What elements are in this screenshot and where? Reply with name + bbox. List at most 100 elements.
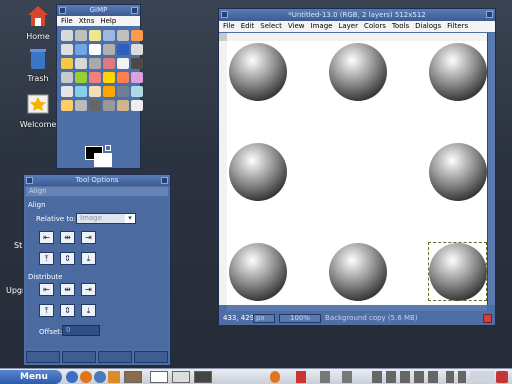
tray-icon[interactable] (342, 371, 352, 383)
offset-input[interactable]: 0 (62, 325, 100, 336)
tool-button[interactable] (75, 58, 87, 69)
tool-button[interactable] (117, 30, 129, 41)
tool-button[interactable] (75, 72, 87, 83)
menu-select[interactable]: Select (260, 21, 282, 32)
menu-dialogs[interactable]: Dialogs (415, 21, 441, 32)
restore-options-button[interactable] (62, 351, 96, 363)
menu-edit[interactable]: Edit (241, 21, 255, 32)
vertical-scrollbar[interactable] (487, 33, 495, 305)
media-player-icon[interactable] (108, 371, 120, 383)
menu-file[interactable]: File (61, 16, 73, 26)
tool-button[interactable] (131, 58, 143, 69)
tray-firefox-icon[interactable] (270, 371, 280, 383)
close-icon[interactable] (131, 7, 138, 14)
tool-options-titlebar[interactable]: Tool Options (24, 175, 170, 186)
launcher-icon[interactable] (66, 371, 78, 383)
menu-xtns[interactable]: Xtns (79, 16, 95, 26)
tool-button[interactable] (89, 72, 101, 83)
tool-button[interactable] (61, 30, 73, 41)
tray-icon[interactable] (320, 371, 330, 383)
tool-button[interactable] (75, 86, 87, 97)
tool-button[interactable] (131, 72, 143, 83)
tool-button[interactable] (61, 86, 73, 97)
tool-button[interactable] (103, 86, 115, 97)
distribute-middle-button[interactable]: ⇕ (60, 304, 75, 317)
tray-icon[interactable] (428, 371, 438, 383)
tool-button[interactable] (75, 30, 87, 41)
tray-icon[interactable] (458, 371, 466, 383)
gimp-task-icon[interactable] (124, 371, 142, 383)
tool-button[interactable] (103, 30, 115, 41)
zoom-select[interactable]: 100% (279, 314, 321, 323)
tool-button[interactable] (131, 30, 143, 41)
tool-button[interactable] (89, 100, 101, 111)
vertical-ruler[interactable] (219, 41, 227, 305)
tool-button[interactable] (61, 44, 73, 55)
toolbox-titlebar[interactable]: GIMP (57, 5, 140, 16)
tool-button[interactable] (117, 86, 129, 97)
clock-area[interactable] (470, 371, 494, 383)
align-center-button[interactable]: ⇹ (60, 231, 75, 244)
tool-button[interactable] (89, 30, 101, 41)
align-bottom-button[interactable]: ⤓ (81, 252, 96, 265)
swap-colors-icon[interactable] (105, 145, 111, 151)
tray-icon[interactable] (296, 371, 306, 383)
tool-button[interactable] (103, 100, 115, 111)
volume-icon[interactable] (386, 371, 396, 383)
menu-view[interactable]: View (288, 21, 305, 32)
tool-button[interactable] (61, 72, 73, 83)
menu-help[interactable]: Help (100, 16, 116, 26)
unit-select[interactable]: px (253, 314, 275, 323)
tool-button[interactable] (131, 44, 143, 55)
window-menu-icon[interactable] (59, 7, 66, 14)
tray-icon[interactable] (414, 371, 424, 383)
cancel-icon[interactable] (483, 314, 492, 323)
menu-colors[interactable]: Colors (364, 21, 386, 32)
toolbox-task[interactable] (194, 371, 212, 383)
reset-options-button[interactable] (134, 351, 168, 363)
menu-tools[interactable]: Tools (392, 21, 409, 32)
network-icon[interactable] (372, 371, 382, 383)
menu-file[interactable]: File (223, 21, 235, 32)
close-icon[interactable] (486, 11, 493, 18)
image-titlebar[interactable]: *Untitled-13.0 (RGB, 2 layers) 512x512 (219, 9, 495, 21)
desktop-icon-trash[interactable]: Trash (16, 46, 60, 83)
tool-button[interactable] (89, 58, 101, 69)
tool-button[interactable] (117, 100, 129, 111)
tool-button[interactable] (103, 72, 115, 83)
align-right-button[interactable]: ⇥ (81, 231, 96, 244)
quick-mask-icon[interactable] (219, 33, 227, 41)
image-window-task[interactable] (150, 371, 168, 383)
tool-button[interactable] (131, 100, 143, 111)
firefox-icon[interactable] (80, 371, 92, 383)
tool-options-tab[interactable]: Align (26, 187, 168, 196)
close-icon[interactable] (161, 177, 168, 184)
tool-button[interactable] (117, 58, 129, 69)
tool-button[interactable] (75, 44, 87, 55)
align-left-button[interactable]: ⇤ (39, 231, 54, 244)
window-menu-icon[interactable] (221, 11, 228, 18)
distribute-left-button[interactable]: ⇤ (39, 283, 54, 296)
distribute-bottom-button[interactable]: ⤓ (81, 304, 96, 317)
desktop-icon-welcome[interactable]: Welcome (16, 92, 60, 129)
tool-button[interactable] (89, 44, 101, 55)
bg-color-swatch[interactable] (94, 153, 112, 167)
tool-button[interactable] (117, 44, 129, 55)
menu-layer[interactable]: Layer (338, 21, 358, 32)
tray-icon[interactable] (400, 371, 410, 383)
distribute-top-button[interactable]: ⤒ (39, 304, 54, 317)
delete-options-button[interactable] (98, 351, 132, 363)
menu-button[interactable]: Menu (0, 370, 62, 384)
horizontal-scrollbar[interactable] (227, 305, 487, 311)
desktop-icon-home[interactable]: Home (16, 4, 60, 41)
tool-button[interactable] (75, 100, 87, 111)
align-middle-button[interactable]: ⇕ (60, 252, 75, 265)
distribute-center-button[interactable]: ⇹ (60, 283, 75, 296)
power-icon[interactable] (496, 371, 508, 383)
tool-options-task[interactable] (172, 371, 190, 383)
horizontal-ruler[interactable] (227, 33, 487, 41)
tool-button[interactable] (103, 44, 115, 55)
distribute-right-button[interactable]: ⇥ (81, 283, 96, 296)
window-menu-icon[interactable] (26, 177, 33, 184)
image-canvas[interactable] (227, 41, 487, 305)
